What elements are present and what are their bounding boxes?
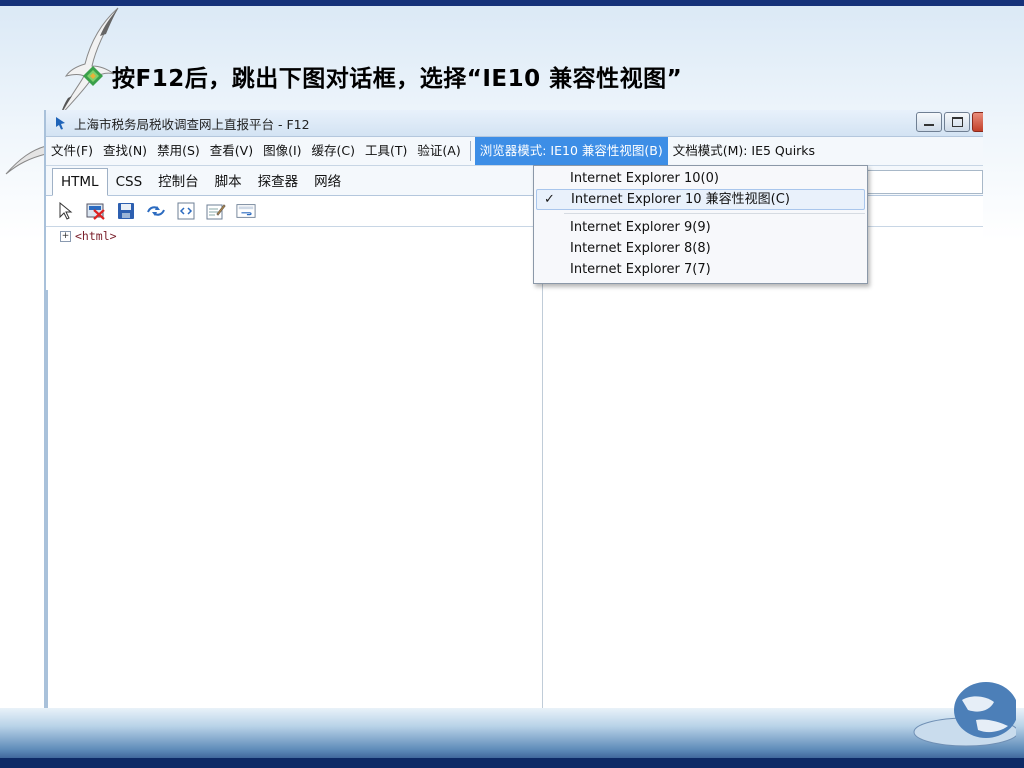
menu-view[interactable]: 查看(V) bbox=[205, 137, 258, 165]
window-controls bbox=[916, 112, 983, 132]
dropdown-item-label: Internet Explorer 9(9) bbox=[570, 220, 711, 235]
dropdown-item-ie10[interactable]: Internet Explorer 10(0) bbox=[536, 168, 865, 189]
globe-decoration-image bbox=[913, 682, 1016, 747]
window-title: 上海市税务局税收调查网上直报平台 - F12 bbox=[74, 116, 310, 132]
dropdown-item-ie9[interactable]: Internet Explorer 9(9) bbox=[536, 217, 865, 238]
dropdown-item-ie10-compat[interactable]: ✓ Internet Explorer 10 兼容性视图(C) bbox=[536, 189, 865, 210]
menu-validate[interactable]: 验证(A) bbox=[412, 137, 465, 165]
slide-instruction: 按F12后，跳出下图对话框，选择“IE10 兼容性视图” bbox=[82, 58, 682, 94]
menu-browser-mode[interactable]: 浏览器模式: IE10 兼容性视图(B) bbox=[474, 137, 668, 165]
style-pane[interactable] bbox=[543, 226, 983, 718]
menu-cache[interactable]: 缓存(C) bbox=[307, 137, 360, 165]
save-icon[interactable] bbox=[116, 201, 136, 221]
tab-console[interactable]: 控制台 bbox=[150, 169, 207, 195]
maximize-icon bbox=[952, 117, 963, 127]
diamond-bullet-icon bbox=[83, 66, 103, 86]
minimize-icon bbox=[924, 124, 934, 126]
tab-script[interactable]: 脚本 bbox=[207, 169, 250, 195]
dom-tree-node-html[interactable]: + <html> bbox=[60, 229, 117, 243]
menu-disable[interactable]: 禁用(S) bbox=[152, 137, 205, 165]
expand-icon[interactable]: + bbox=[60, 230, 71, 242]
select-element-icon[interactable] bbox=[56, 201, 76, 221]
tab-network[interactable]: 网络 bbox=[306, 169, 349, 195]
slide-top-bar bbox=[0, 0, 1024, 6]
dropdown-item-label: Internet Explorer 7(7) bbox=[570, 262, 711, 277]
refresh-icon[interactable] bbox=[146, 201, 166, 221]
tab-profiler[interactable]: 探查器 bbox=[250, 169, 307, 195]
window-titlebar[interactable]: 上海市税务局税收调查网上直报平台 - F12 bbox=[46, 110, 983, 136]
tab-html[interactable]: HTML bbox=[52, 168, 108, 196]
menubar: 文件(F) 查找(N) 禁用(S) 查看(V) 图像(I) 缓存(C) 工具(T… bbox=[46, 136, 983, 166]
maximize-button[interactable] bbox=[944, 112, 970, 132]
menu-file[interactable]: 文件(F) bbox=[46, 137, 98, 165]
ie-devtools-icon bbox=[56, 117, 65, 130]
dropdown-separator bbox=[564, 213, 865, 214]
dom-node-label: <html> bbox=[75, 229, 117, 243]
view-source-icon[interactable] bbox=[176, 201, 196, 221]
seagull-image-small bbox=[5, 145, 47, 175]
menu-find[interactable]: 查找(N) bbox=[98, 137, 152, 165]
menu-separator bbox=[469, 141, 471, 161]
menu-document-mode[interactable]: 文档模式(M): IE5 Quirks bbox=[668, 137, 820, 165]
menu-images[interactable]: 图像(I) bbox=[258, 137, 306, 165]
dropdown-item-label: Internet Explorer 10(0) bbox=[570, 171, 719, 186]
instruction-text: 按F12后，跳出下图对话框，选择“IE10 兼容性视图” bbox=[112, 66, 683, 92]
menu-tools[interactable]: 工具(T) bbox=[360, 137, 412, 165]
close-button[interactable] bbox=[972, 112, 983, 132]
clear-icon[interactable] bbox=[86, 201, 106, 221]
checkmark-icon: ✓ bbox=[544, 192, 555, 207]
tab-css[interactable]: CSS bbox=[108, 169, 151, 195]
slide-bottom-bar bbox=[0, 758, 1024, 768]
left-edge-bar bbox=[44, 290, 48, 715]
minimize-button[interactable] bbox=[916, 112, 942, 132]
dropdown-item-ie8[interactable]: Internet Explorer 8(8) bbox=[536, 238, 865, 259]
edit-icon[interactable] bbox=[206, 201, 226, 221]
dom-tree-pane[interactable]: + <html> bbox=[46, 226, 543, 718]
dropdown-item-ie7[interactable]: Internet Explorer 7(7) bbox=[536, 259, 865, 280]
devtools-panes: + <html> bbox=[46, 226, 983, 718]
browser-mode-dropdown: Internet Explorer 10(0) ✓ Internet Explo… bbox=[533, 165, 868, 284]
word-wrap-icon[interactable] bbox=[236, 201, 256, 221]
dropdown-item-label: Internet Explorer 10 兼容性视图(C) bbox=[571, 192, 790, 207]
dropdown-item-label: Internet Explorer 8(8) bbox=[570, 241, 711, 256]
